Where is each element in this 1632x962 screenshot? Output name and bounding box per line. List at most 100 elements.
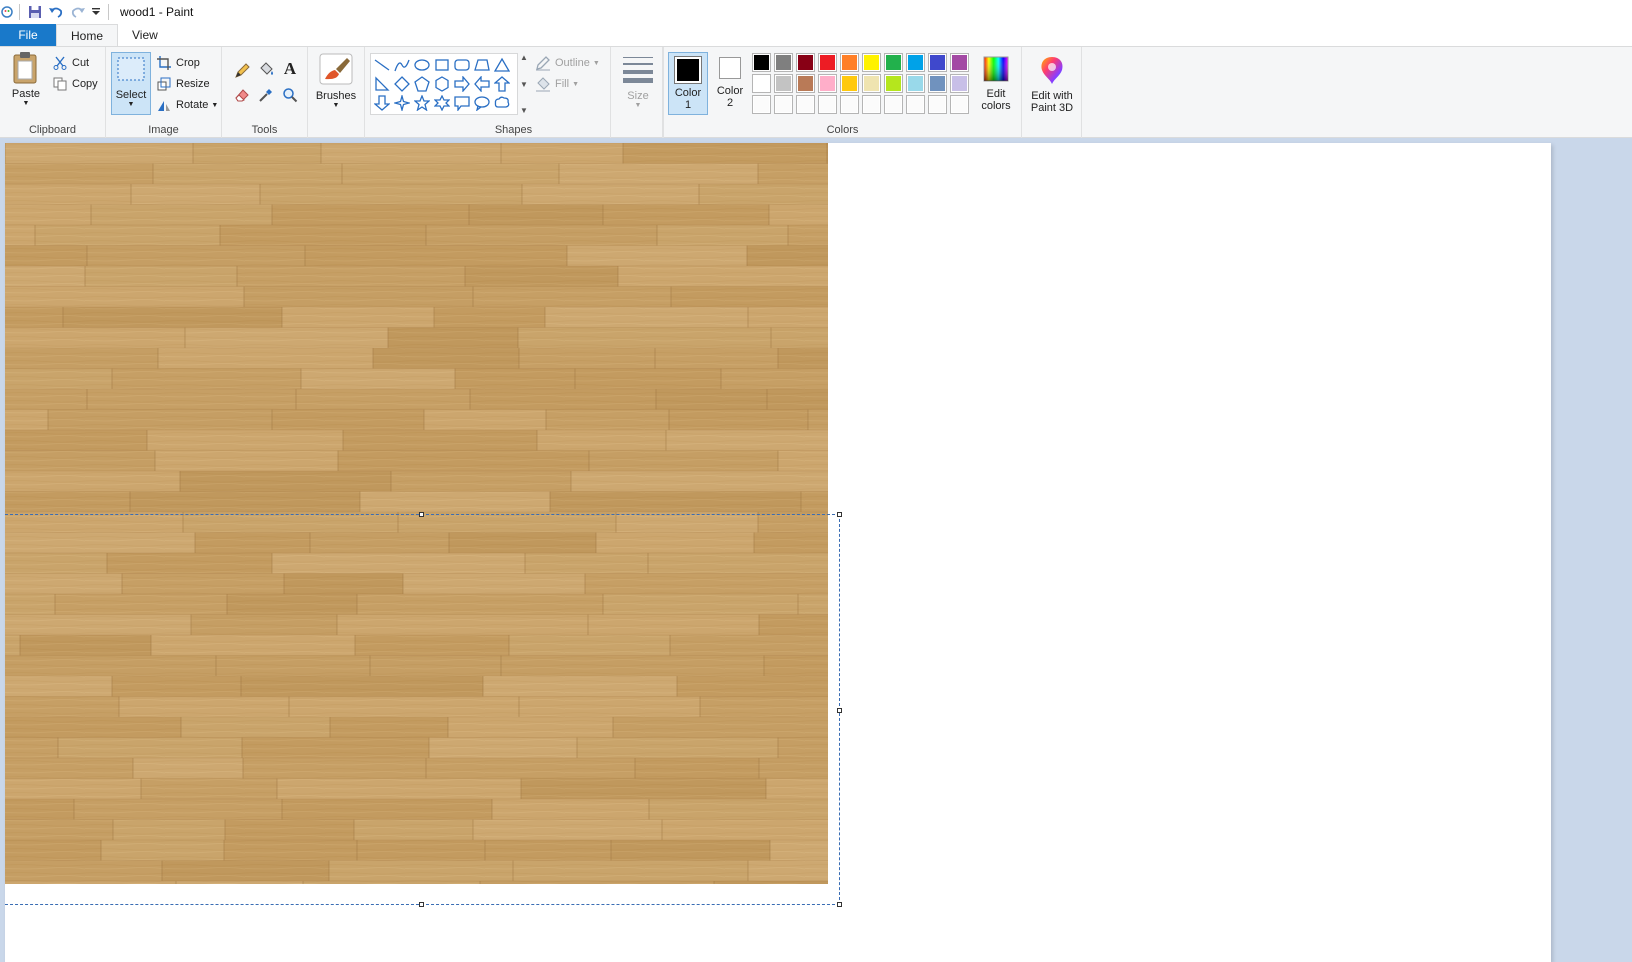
selection-handle-bottom-right[interactable] bbox=[837, 902, 842, 907]
image-group-label: Image bbox=[148, 124, 179, 136]
selection-handle-top-right[interactable] bbox=[837, 512, 842, 517]
palette-swatch[interactable] bbox=[774, 74, 793, 93]
palette-swatch[interactable] bbox=[906, 53, 925, 72]
palette-swatch[interactable] bbox=[840, 74, 859, 93]
down-arrow-shape-icon[interactable] bbox=[373, 94, 391, 112]
palette-swatch[interactable] bbox=[796, 53, 815, 72]
right-arrow-shape-icon[interactable] bbox=[453, 75, 471, 93]
palette-swatch[interactable] bbox=[752, 74, 771, 93]
palette-swatch[interactable] bbox=[840, 53, 859, 72]
colors-group-label: Colors bbox=[826, 124, 859, 136]
brushes-button[interactable]: Brushes ▼ bbox=[313, 53, 359, 109]
selection-rectangle[interactable] bbox=[5, 512, 842, 907]
paint-app-icon[interactable] bbox=[0, 0, 14, 24]
magnifier-button[interactable] bbox=[282, 85, 302, 105]
triangle-shape-icon[interactable] bbox=[493, 56, 511, 74]
palette-swatch[interactable] bbox=[862, 95, 881, 114]
pentagon-shape-icon[interactable] bbox=[413, 75, 431, 93]
five-point-star-shape-icon[interactable] bbox=[413, 94, 431, 112]
palette-swatch[interactable] bbox=[818, 74, 837, 93]
fill-bucket-button[interactable] bbox=[258, 59, 278, 79]
palette-swatch[interactable] bbox=[884, 53, 903, 72]
palette-swatch[interactable] bbox=[796, 74, 815, 93]
palette-swatch[interactable] bbox=[928, 74, 947, 93]
four-point-star-shape-icon[interactable] bbox=[393, 94, 411, 112]
six-point-star-shape-icon[interactable] bbox=[433, 94, 451, 112]
selection-handle-top-middle[interactable] bbox=[419, 512, 424, 517]
rotate-button[interactable]: Rotate ▼ bbox=[156, 95, 218, 115]
outline-pen-icon bbox=[535, 55, 551, 71]
oval-callout-shape-icon[interactable] bbox=[473, 94, 491, 112]
canvas[interactable] bbox=[5, 143, 1551, 962]
tab-home[interactable]: Home bbox=[56, 24, 119, 47]
rect-callout-shape-icon[interactable] bbox=[453, 94, 471, 112]
cloud-callout-shape-icon[interactable] bbox=[493, 94, 511, 112]
pencil-button[interactable] bbox=[234, 61, 254, 81]
hexagon-shape-icon[interactable] bbox=[433, 75, 451, 93]
tab-file[interactable]: File bbox=[0, 24, 56, 46]
oval-shape-icon[interactable] bbox=[413, 56, 431, 74]
color1-button[interactable]: Color 1 bbox=[668, 52, 708, 115]
palette-swatch[interactable] bbox=[752, 95, 771, 114]
selection-handle-middle-right[interactable] bbox=[837, 708, 842, 713]
selection-handle-bottom-middle[interactable] bbox=[419, 902, 424, 907]
palette-swatch[interactable] bbox=[950, 53, 969, 72]
save-icon[interactable] bbox=[25, 0, 45, 24]
palette-swatch[interactable] bbox=[862, 53, 881, 72]
paint3d-group: Edit with Paint 3D bbox=[1022, 47, 1082, 138]
palette-swatch[interactable] bbox=[796, 95, 815, 114]
left-arrow-shape-icon[interactable] bbox=[473, 75, 491, 93]
scroll-up-icon[interactable]: ▲ bbox=[520, 53, 528, 62]
palette-swatch[interactable] bbox=[862, 74, 881, 93]
resize-button[interactable]: Resize bbox=[156, 74, 210, 94]
paint3d-label-2: Paint 3D bbox=[1030, 102, 1074, 114]
up-arrow-shape-icon[interactable] bbox=[493, 75, 511, 93]
right-triangle-shape-icon[interactable] bbox=[373, 75, 391, 93]
palette-swatch[interactable] bbox=[884, 74, 903, 93]
edit-colors-button[interactable]: Edit colors bbox=[974, 55, 1018, 112]
shapes-gallery-scroll[interactable]: ▲ ▼ ▼ bbox=[518, 53, 530, 115]
palette-swatch[interactable] bbox=[774, 53, 793, 72]
palette-swatch[interactable] bbox=[774, 95, 793, 114]
color2-button[interactable]: Color 2 bbox=[712, 55, 748, 109]
cut-button[interactable]: Cut bbox=[52, 53, 89, 73]
tab-view[interactable]: View bbox=[118, 24, 172, 46]
palette-swatch[interactable] bbox=[950, 74, 969, 93]
outline-button[interactable]: Outline ▼ bbox=[535, 53, 600, 73]
palette-swatch[interactable] bbox=[884, 95, 903, 114]
palette-swatch[interactable] bbox=[928, 53, 947, 72]
palette-swatch[interactable] bbox=[818, 53, 837, 72]
edit-colors-label: Edit bbox=[986, 88, 1006, 100]
palette-swatch[interactable] bbox=[752, 53, 771, 72]
customize-dropdown-icon[interactable] bbox=[89, 0, 103, 24]
copy-icon bbox=[52, 76, 68, 92]
size-group: Size ▼ bbox=[610, 47, 664, 138]
palette-swatch[interactable] bbox=[928, 95, 947, 114]
text-a-icon: A bbox=[283, 59, 297, 78]
scroll-down-icon[interactable]: ▼ bbox=[520, 80, 528, 89]
palette-swatch[interactable] bbox=[840, 95, 859, 114]
undo-icon[interactable] bbox=[45, 0, 67, 24]
text-button[interactable]: A bbox=[282, 59, 302, 79]
crop-button[interactable]: Crop bbox=[156, 53, 200, 73]
palette-swatch[interactable] bbox=[950, 95, 969, 114]
size-button[interactable]: Size ▼ bbox=[619, 53, 657, 109]
diamond-shape-icon[interactable] bbox=[393, 75, 411, 93]
select-button[interactable]: Select ▼ bbox=[111, 52, 151, 115]
gallery-expand-icon[interactable]: ▼ bbox=[520, 106, 528, 115]
palette-swatch[interactable] bbox=[818, 95, 837, 114]
curve-shape-icon[interactable] bbox=[393, 56, 411, 74]
palette-swatch[interactable] bbox=[906, 74, 925, 93]
rounded-rectangle-shape-icon[interactable] bbox=[453, 56, 471, 74]
copy-button[interactable]: Copy bbox=[52, 74, 98, 94]
polygon-shape-icon[interactable] bbox=[473, 56, 491, 74]
line-shape-icon[interactable] bbox=[373, 56, 391, 74]
fill-button[interactable]: Fill ▼ bbox=[535, 74, 579, 94]
palette-swatch[interactable] bbox=[906, 95, 925, 114]
paste-button[interactable]: Paste ▼ bbox=[6, 51, 46, 107]
redo-icon[interactable] bbox=[67, 0, 89, 24]
eraser-button[interactable] bbox=[234, 85, 254, 105]
color-picker-button[interactable] bbox=[258, 85, 278, 105]
edit-with-paint3d-button[interactable]: Edit with Paint 3D bbox=[1024, 55, 1080, 114]
rectangle-shape-icon[interactable] bbox=[433, 56, 451, 74]
